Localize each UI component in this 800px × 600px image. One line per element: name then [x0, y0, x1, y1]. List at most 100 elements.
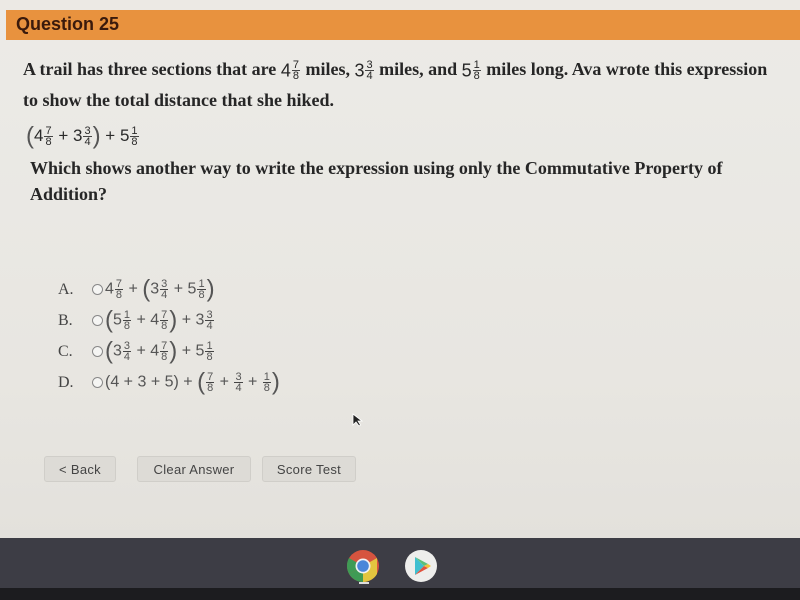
open-paren: ( [197, 368, 206, 396]
denominator: 4 [366, 69, 373, 82]
distance-3: 518 [462, 59, 482, 82]
denominator: 8 [115, 289, 123, 301]
screen-bezel [0, 588, 800, 600]
denominator: 8 [263, 382, 270, 394]
whole-number: 3 [195, 311, 205, 329]
whole-number: 5 [119, 126, 130, 145]
stem-text: miles, and [374, 59, 462, 79]
fraction: 34 [160, 279, 169, 301]
fraction: 18 [205, 341, 214, 363]
stem-text: miles, [300, 59, 355, 79]
fraction: 78 [44, 126, 53, 148]
whole-number: 5 [187, 280, 197, 298]
denominator: 8 [161, 351, 168, 363]
top-strip [0, 0, 800, 10]
fraction: 78 [114, 279, 124, 301]
distance-2: 334 [354, 59, 374, 82]
radio-button[interactable] [92, 377, 103, 388]
whole-number: 4 [150, 342, 160, 360]
play-store-icon[interactable] [404, 549, 438, 583]
plus-sign: + [53, 126, 73, 145]
denominator: 8 [123, 320, 131, 332]
denominator: 4 [123, 351, 131, 363]
radio-button[interactable] [92, 346, 103, 357]
choice-letter: B. [58, 311, 73, 329]
close-paren: ) [92, 122, 101, 150]
whole-number: 3 [150, 280, 160, 298]
denominator: 8 [161, 320, 168, 332]
plus-sign: + [132, 311, 151, 329]
whole: 4 [280, 60, 291, 81]
open-paren: ( [105, 306, 113, 334]
denominator: 4 [235, 382, 242, 394]
answer-choices: A. 478 + (3 3 4 + 5 1 8) B. (5 1 8 + 4 7 8) + 33… [58, 274, 280, 398]
choice-c[interactable]: C. (3 3 4 + 4 7 8) + 518 [58, 336, 280, 367]
choice-expression: (4 + 3 + 5) + (7 8 + 34 + 1 8) [105, 368, 280, 396]
choice-letter: A. [58, 280, 74, 298]
choice-a[interactable]: A. 478 + (3 3 4 + 5 1 8) [58, 274, 280, 305]
radio-button[interactable] [92, 315, 103, 326]
os-shelf [0, 538, 800, 588]
choice-b[interactable]: B. (5 1 8 + 4 7 8) + 334 [58, 305, 280, 336]
fraction: 78 [206, 372, 215, 394]
fraction: 78 [160, 341, 169, 363]
whole-number: 4 [34, 126, 44, 145]
denominator: 4 [161, 289, 168, 301]
plus-sign: + [178, 373, 198, 391]
plus-sign: + [215, 373, 234, 391]
stem-text: A trail has three sections that are [23, 59, 281, 79]
chrome-icon[interactable] [346, 549, 380, 583]
fraction: 78 [291, 59, 300, 82]
plus-sign: + [243, 373, 262, 391]
choice-expression: 478 + (3 3 4 + 5 1 8) [105, 275, 215, 303]
whole-number: 3 [72, 126, 83, 145]
distance-1: 478 [280, 59, 301, 82]
plus-sign: + [169, 280, 188, 298]
choice-expression: (5 1 8 + 4 7 8) + 334 [105, 306, 215, 334]
denominator: 8 [206, 351, 213, 363]
denominator: 8 [207, 382, 214, 394]
fraction: 18 [122, 310, 132, 332]
fraction: 18 [262, 372, 271, 394]
whole-number: 3 [113, 342, 122, 360]
fraction: 18 [130, 126, 139, 149]
choice-d[interactable]: D. (4 + 3 + 5) + (7 8 + 34 + 1 8) [58, 367, 280, 398]
score-test-button[interactable]: Score Test [262, 456, 356, 482]
clear-answer-button[interactable]: Clear Answer [137, 456, 251, 482]
open-paren: ( [26, 122, 34, 150]
fraction: 34 [122, 341, 132, 363]
fraction: 34 [365, 59, 374, 82]
denominator: 8 [292, 69, 299, 82]
whole-number: 5 [195, 342, 205, 360]
denominator: 8 [131, 136, 138, 149]
active-app-indicator [359, 582, 369, 584]
given-expression: (4 7 8 + 3 3 4) + 518 [26, 122, 140, 150]
plus-sign: + [132, 342, 151, 360]
question-prompt: Which shows another way to write the exp… [30, 158, 723, 204]
fraction: 34 [205, 310, 214, 332]
plus-sign: + [119, 373, 138, 391]
number: 5 [164, 373, 174, 391]
choice-letter: C. [58, 342, 73, 360]
whole-number: 4 [150, 311, 160, 329]
radio-button[interactable] [92, 284, 103, 295]
fraction: 34 [234, 372, 243, 394]
choice-expression: (3 3 4 + 4 7 8) + 518 [105, 337, 215, 365]
whole-number: 4 [105, 280, 114, 298]
back-button[interactable]: < Back [44, 456, 116, 482]
question-stem: A trail has three sections that are 478 … [23, 54, 773, 115]
plus-sign: + [124, 280, 143, 298]
close-paren: ) [271, 368, 280, 396]
fraction: 18 [197, 279, 206, 301]
denominator: 4 [206, 320, 213, 332]
plus-sign: + [100, 126, 120, 145]
question-header: Question 25 [6, 10, 800, 40]
denominator: 4 [84, 136, 91, 149]
close-paren: ) [206, 275, 215, 303]
open-paren: ( [105, 337, 113, 365]
fraction: 78 [160, 310, 169, 332]
denominator: 8 [473, 69, 480, 82]
denominator: 8 [198, 289, 205, 301]
plus-sign: + [177, 311, 196, 329]
whole-number: 5 [113, 311, 122, 329]
